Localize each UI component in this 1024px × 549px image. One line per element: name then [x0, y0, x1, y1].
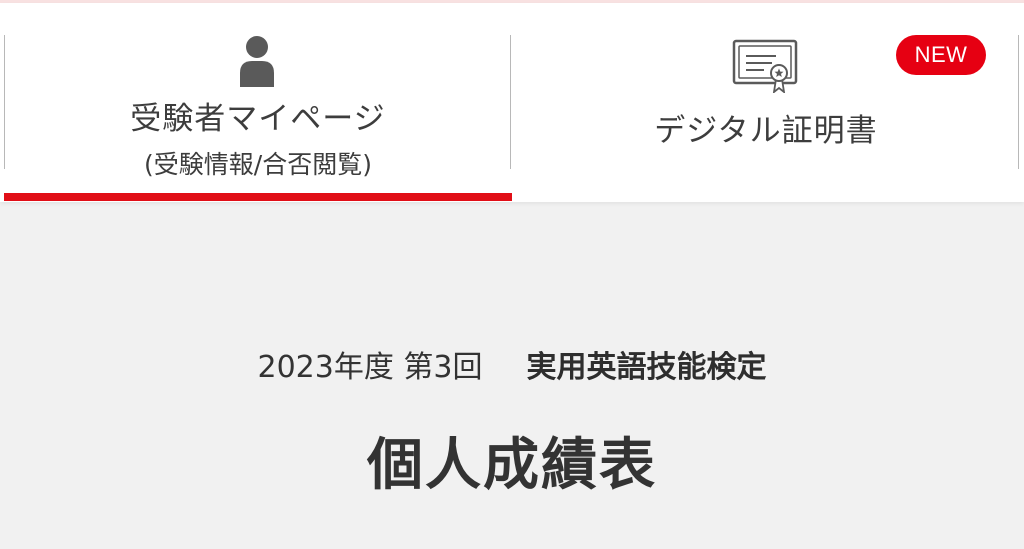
exam-name: 実用英語技能検定: [526, 350, 767, 385]
tab-mypage-sublabel: (受験情報/合否閲覧): [144, 150, 372, 179]
exam-year-round: 2023年度 第3回: [257, 350, 483, 385]
page-title: 個人成績表: [367, 433, 657, 498]
new-badge: NEW: [896, 35, 986, 75]
tab-mypage-label: 受験者マイページ: [130, 101, 386, 137]
certificate-icon: [732, 39, 798, 93]
main-nav: 受験者マイページ (受験情報/合否閲覧) デジタル証明書 NEW: [0, 3, 1024, 202]
exam-heading: 2023年度 第3回 実用英語技能検定: [0, 342, 1024, 386]
tab-digital-certificate-label: デジタル証明書: [654, 113, 878, 149]
tab-digital-certificate[interactable]: デジタル証明書 NEW: [512, 3, 1020, 202]
tab-mypage[interactable]: 受験者マイページ (受験情報/合否閲覧): [4, 3, 512, 202]
active-tab-indicator: [4, 193, 512, 201]
person-icon: [240, 36, 274, 87]
